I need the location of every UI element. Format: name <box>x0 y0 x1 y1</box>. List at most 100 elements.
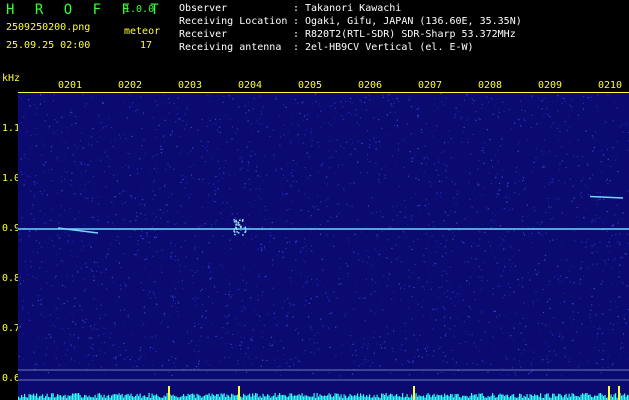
noise-dot <box>465 341 467 343</box>
noise-dot <box>28 99 30 101</box>
noise-dot <box>400 349 402 351</box>
noise-dot <box>48 125 51 127</box>
noise-dot <box>466 120 468 122</box>
noise-dot <box>617 222 619 224</box>
noise-dot <box>58 237 60 239</box>
noise-dot <box>178 302 180 304</box>
noise-dot <box>341 115 343 117</box>
noise-dot <box>141 167 143 169</box>
noise-dot <box>286 362 288 364</box>
noise-dot <box>286 193 288 195</box>
noise-dot <box>481 280 483 282</box>
noise-dot <box>455 296 457 298</box>
noise-dot <box>492 288 494 290</box>
noise-dot <box>276 95 278 97</box>
noise-dot <box>382 96 384 99</box>
noise-dot <box>249 226 251 228</box>
noise-dot <box>499 217 501 220</box>
noise-dot <box>56 121 58 123</box>
level-bar <box>249 393 251 400</box>
noise-dot <box>525 326 527 328</box>
noise-dot <box>57 297 59 300</box>
meteor-burst-dot <box>235 221 238 223</box>
noise-dot <box>200 290 202 292</box>
noise-dot <box>59 215 61 217</box>
noise-dot <box>311 312 313 314</box>
noise-dot <box>70 179 72 181</box>
noise-dot <box>548 206 550 208</box>
noise-dot <box>154 373 156 375</box>
noise-dot <box>370 310 372 312</box>
noise-dot <box>32 276 34 278</box>
noise-dot <box>52 100 55 102</box>
level-bar <box>333 396 335 400</box>
noise-dot <box>124 323 126 325</box>
noise-dot <box>453 204 455 206</box>
noise-dot <box>164 315 166 317</box>
noise-dot <box>134 230 136 232</box>
noise-dot <box>517 150 519 152</box>
noise-dot <box>450 138 452 140</box>
noise-dot <box>229 215 231 217</box>
level-bar <box>547 393 549 400</box>
noise-dot <box>287 312 289 314</box>
noise-dot <box>123 342 125 345</box>
noise-dot <box>28 274 30 276</box>
noise-dot <box>363 343 365 345</box>
noise-dot <box>477 183 479 185</box>
noise-dot <box>58 364 60 366</box>
level-bar <box>426 394 428 400</box>
noise-dot <box>433 104 435 106</box>
noise-dot <box>611 364 613 366</box>
noise-dot <box>491 212 494 214</box>
noise-dot <box>85 170 87 172</box>
noise-dot <box>552 178 554 180</box>
level-bar <box>376 394 378 400</box>
noise-dot <box>593 244 595 246</box>
noise-dot <box>379 336 381 338</box>
noise-dot <box>153 181 155 183</box>
noise-dot <box>250 338 252 340</box>
noise-dot <box>353 308 355 310</box>
noise-dot <box>617 170 619 173</box>
noise-dot <box>465 171 467 173</box>
level-bar <box>220 393 222 400</box>
noise-dot <box>423 175 425 177</box>
level-bar <box>199 395 201 400</box>
noise-dot <box>441 255 444 257</box>
noise-dot <box>612 225 614 227</box>
noise-dot <box>319 127 321 129</box>
noise-dot <box>494 214 496 216</box>
noise-dot <box>337 212 340 215</box>
noise-dot <box>160 230 162 232</box>
noise-dot <box>546 341 548 343</box>
noise-dot <box>122 203 124 205</box>
noise-dot <box>318 348 320 350</box>
noise-dot <box>253 263 255 266</box>
noise-dot <box>243 268 245 270</box>
noise-dot <box>345 209 347 211</box>
noise-dot <box>600 283 602 285</box>
noise-dot <box>544 112 546 115</box>
level-bar <box>204 395 206 400</box>
noise-dot <box>453 335 455 337</box>
noise-dot <box>315 101 317 103</box>
level-bar <box>196 393 198 400</box>
noise-dot <box>206 150 209 152</box>
noise-dot <box>151 226 153 228</box>
noise-dot <box>39 210 41 212</box>
noise-dot <box>567 116 569 118</box>
noise-dot <box>100 366 102 368</box>
noise-dot <box>154 236 156 239</box>
noise-dot <box>192 147 194 149</box>
noise-dot <box>80 132 82 134</box>
noise-dot <box>20 121 22 124</box>
noise-dot <box>561 146 563 148</box>
noise-dot <box>313 352 315 354</box>
noise-dot <box>215 118 217 120</box>
noise-dot <box>50 219 52 221</box>
noise-dot <box>81 249 83 251</box>
noise-dot <box>104 352 106 354</box>
level-bar <box>568 393 570 400</box>
noise-dot <box>255 285 257 288</box>
